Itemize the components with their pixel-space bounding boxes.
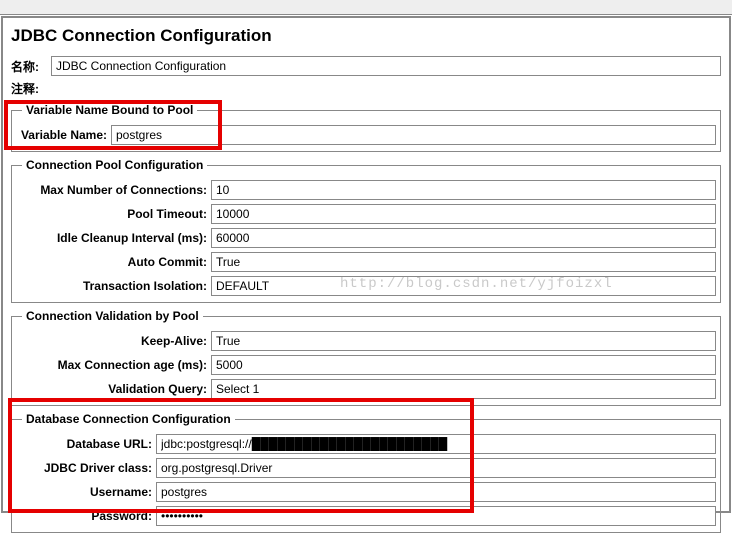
variable-pool-fieldset: Variable Name Bound to Pool Variable Nam… [11,103,721,152]
jdbc-driver-input[interactable] [156,458,716,478]
max-connections-input[interactable] [211,180,716,200]
validation-query-label: Validation Query: [16,382,211,396]
variable-pool-legend: Variable Name Bound to Pool [22,103,197,117]
connection-validation-fieldset: Connection Validation by Pool Keep-Alive… [11,309,721,406]
pool-timeout-input[interactable] [211,204,716,224]
auto-commit-input[interactable] [211,252,716,272]
tx-isolation-input[interactable] [211,276,716,296]
database-connection-fieldset: Database Connection Configuration Databa… [11,412,721,533]
max-connections-label: Max Number of Connections: [16,183,211,197]
username-input[interactable] [156,482,716,502]
keep-alive-label: Keep-Alive: [16,334,211,348]
name-input[interactable] [51,56,721,76]
username-label: Username: [16,485,156,499]
panel-title: JDBC Connection Configuration [11,22,721,56]
connection-validation-legend: Connection Validation by Pool [22,309,203,323]
variable-name-label: Variable Name: [16,128,111,142]
idle-cleanup-input[interactable] [211,228,716,248]
database-url-input[interactable] [156,434,716,454]
database-connection-legend: Database Connection Configuration [22,412,235,426]
variable-name-input[interactable] [111,125,716,145]
max-age-label: Max Connection age (ms): [16,358,211,372]
database-url-label: Database URL: [16,437,156,451]
comment-label: 注释: [11,80,51,97]
connection-pool-fieldset: Connection Pool Configuration Max Number… [11,158,721,303]
jdbc-driver-label: JDBC Driver class: [16,461,156,475]
tx-isolation-label: Transaction Isolation: [16,279,211,293]
keep-alive-input[interactable] [211,331,716,351]
validation-query-input[interactable] [211,379,716,399]
toolbar-strip [0,0,732,15]
password-input[interactable] [156,506,716,526]
max-age-input[interactable] [211,355,716,375]
name-row: 名称: [11,56,721,76]
comment-row: 注释: [11,80,721,97]
connection-pool-legend: Connection Pool Configuration [22,158,207,172]
auto-commit-label: Auto Commit: [16,255,211,269]
name-label: 名称: [11,58,51,75]
pool-timeout-label: Pool Timeout: [16,207,211,221]
config-panel: JDBC Connection Configuration 名称: 注释: Va… [1,16,731,513]
password-label: Password: [16,509,156,523]
idle-cleanup-label: Idle Cleanup Interval (ms): [16,231,211,245]
